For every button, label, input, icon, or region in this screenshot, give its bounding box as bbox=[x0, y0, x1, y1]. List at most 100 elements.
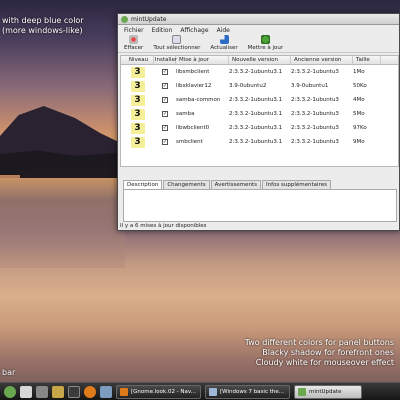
package-name: libxklavier12 bbox=[176, 83, 212, 89]
old-version: 3.9-0ubuntu1 bbox=[291, 83, 329, 89]
terminal-launcher-icon[interactable] bbox=[68, 385, 80, 398]
desktop-hill bbox=[0, 106, 125, 160]
tab-extra-info[interactable]: Infos supplémentaires bbox=[262, 180, 331, 189]
install-checkbox[interactable]: ✓ bbox=[162, 139, 168, 145]
menu-fichier[interactable]: Fichier bbox=[124, 27, 144, 34]
table-row[interactable]: 3 ✓ samba-common 2:3.3.2-1ubuntu3.1 2:3.3.2-… bbox=[121, 93, 398, 107]
menu-aide[interactable]: Aide bbox=[217, 27, 230, 34]
level-badge: 3 bbox=[130, 80, 145, 92]
refresh-button[interactable]: Actualiser bbox=[208, 35, 239, 52]
install-checkbox[interactable]: ✓ bbox=[162, 125, 168, 131]
table-body: 3 ✓ libsmbclient 2:3.3.2-1ubuntu3.1 2:3.3.2-… bbox=[121, 65, 398, 149]
column-level[interactable]: Niveau bbox=[121, 56, 154, 64]
level-badge: 3 bbox=[130, 136, 145, 148]
table-row[interactable]: 3 ✓ libwbclient0 2:3.3.2-1ubuntu3.1 2:3.3.2-… bbox=[121, 121, 398, 135]
firefox-launcher-icon[interactable] bbox=[84, 385, 96, 398]
install-cell: ✓ bbox=[154, 83, 176, 89]
level-cell: 3 bbox=[121, 80, 154, 92]
level-cell: 3 bbox=[121, 94, 154, 106]
clear-icon bbox=[129, 35, 139, 44]
install-cell: ✓ bbox=[154, 111, 176, 117]
level-badge: 3 bbox=[130, 122, 145, 134]
level-badge: 3 bbox=[130, 66, 145, 78]
install-checkbox[interactable]: ✓ bbox=[162, 111, 168, 117]
table-row[interactable]: 3 ✓ smbclient 2:3.3.2-1ubuntu3.1 2:3.3.2-1ub… bbox=[121, 135, 398, 149]
old-version: 2:3.3.2-1ubuntu3 bbox=[291, 97, 339, 103]
level-cell: 3 bbox=[121, 66, 154, 78]
level-badge: 3 bbox=[130, 94, 145, 106]
table-row[interactable]: 3 ✓ libsmbclient 2:3.3.2-1ubuntu3.1 2:3.3.2-… bbox=[121, 65, 398, 79]
window-titlebar[interactable]: mintUpdate bbox=[118, 14, 399, 25]
document-icon bbox=[209, 387, 217, 396]
mintupdate-icon bbox=[298, 387, 306, 396]
level-badge: 3 bbox=[130, 108, 145, 120]
install-checkbox[interactable]: ✓ bbox=[162, 97, 168, 103]
package-name: libwbclient0 bbox=[176, 125, 210, 131]
package-size: 4Mo bbox=[353, 97, 365, 103]
new-version: 2:3.3.2-1ubuntu3.1 bbox=[229, 69, 283, 75]
install-checkbox[interactable]: ✓ bbox=[162, 69, 168, 75]
updates-table: Niveau Installer Mise à jour Nouvelle ve… bbox=[120, 55, 399, 167]
desktop-caption-bar: bar bbox=[2, 368, 16, 377]
old-version: 2:3.3.2-1ubuntu3 bbox=[291, 125, 339, 131]
package-name: libsmbclient bbox=[176, 69, 210, 75]
new-version: 3.9-0ubuntu2 bbox=[229, 83, 267, 89]
window-title: mintUpdate bbox=[131, 15, 167, 23]
package-launcher-icon[interactable] bbox=[36, 385, 48, 398]
folder-launcher-icon[interactable] bbox=[52, 385, 64, 398]
table-row[interactable]: 3 ✓ libxklavier12 3.9-0ubuntu2 3.9-0ubuntu1 5… bbox=[121, 79, 398, 93]
old-version: 2:3.3.2-1ubuntu3 bbox=[291, 69, 339, 75]
table-header: Niveau Installer Mise à jour Nouvelle ve… bbox=[121, 56, 398, 65]
menubar: Fichier Edition Affichage Aide bbox=[118, 25, 399, 35]
description-panel bbox=[123, 189, 397, 222]
mintupdate-app-icon bbox=[121, 15, 128, 23]
tab-description[interactable]: Description bbox=[123, 180, 163, 189]
install-cell: ✓ bbox=[154, 125, 176, 131]
column-install[interactable]: Installer bbox=[154, 56, 177, 64]
level-cell: 3 bbox=[121, 108, 154, 120]
tab-warnings[interactable]: Avertissements bbox=[210, 180, 262, 189]
column-package[interactable]: Mise à jour bbox=[176, 56, 229, 64]
clear-button[interactable]: Effacer bbox=[122, 35, 145, 52]
browser-icon bbox=[120, 387, 128, 396]
select-all-button[interactable]: Tout sélectionner bbox=[151, 35, 202, 52]
desktop-caption-bottom: Two different colors for panel buttons B… bbox=[244, 338, 394, 367]
toolbar: Effacer Tout sélectionner Actualiser Met… bbox=[118, 35, 399, 53]
level-cell: 3 bbox=[121, 122, 154, 134]
install-cell: ✓ bbox=[154, 139, 176, 145]
old-version: 2:3.3.2-1ubuntu3 bbox=[291, 111, 339, 117]
new-version: 2:3.3.2-1ubuntu3.1 bbox=[229, 139, 283, 145]
menu-edition[interactable]: Edition bbox=[152, 27, 173, 34]
network-launcher-icon[interactable] bbox=[100, 385, 112, 398]
mintupdate-window[interactable]: mintUpdate Fichier Edition Affichage Aid… bbox=[117, 13, 400, 231]
taskbar-button-windows7[interactable]: [Windows 7 basic the... bbox=[205, 384, 290, 399]
column-new-version[interactable]: Nouvelle version bbox=[229, 56, 291, 64]
refresh-icon bbox=[219, 35, 229, 44]
level-cell: 3 bbox=[121, 136, 154, 148]
taskbar: [Gnome.look.02 - Nav... [Windows 7 basic… bbox=[0, 382, 400, 400]
desktop-caption-top: with deep blue color (more windows-like) bbox=[2, 16, 84, 35]
desktop-water bbox=[0, 178, 125, 268]
new-version: 2:3.3.2-1ubuntu3.1 bbox=[229, 111, 283, 117]
column-old-version[interactable]: Ancienne version bbox=[291, 56, 353, 64]
package-size: 1Mo bbox=[353, 69, 365, 75]
menu-affichage[interactable]: Affichage bbox=[180, 27, 208, 34]
taskbar-button-mintupdate[interactable]: mintUpdate bbox=[294, 384, 362, 399]
package-name: samba bbox=[176, 111, 195, 117]
install-updates-button[interactable]: Mettre à jour bbox=[246, 35, 285, 52]
tab-changes[interactable]: Changements bbox=[163, 180, 210, 189]
install-updates-icon bbox=[260, 35, 270, 44]
details-tabs: Description Changements Avertissements I… bbox=[123, 180, 332, 189]
menu-launcher-icon[interactable] bbox=[4, 385, 16, 398]
taskbar-button-browser[interactable]: [Gnome.look.02 - Nav... bbox=[116, 384, 201, 399]
old-version: 2:3.3.2-1ubuntu3 bbox=[291, 139, 339, 145]
package-size: 5Mo bbox=[353, 111, 365, 117]
select-all-icon bbox=[172, 35, 182, 44]
table-row[interactable]: 3 ✓ samba 2:3.3.2-1ubuntu3.1 2:3.3.2-1ubuntu… bbox=[121, 107, 398, 121]
install-cell: ✓ bbox=[154, 97, 176, 103]
install-checkbox[interactable]: ✓ bbox=[162, 83, 168, 89]
column-size[interactable]: Taille bbox=[353, 56, 381, 64]
package-name: smbclient bbox=[176, 139, 203, 145]
text-editor-launcher-icon[interactable] bbox=[20, 385, 32, 398]
new-version: 2:3.3.2-1ubuntu3.1 bbox=[229, 97, 283, 103]
